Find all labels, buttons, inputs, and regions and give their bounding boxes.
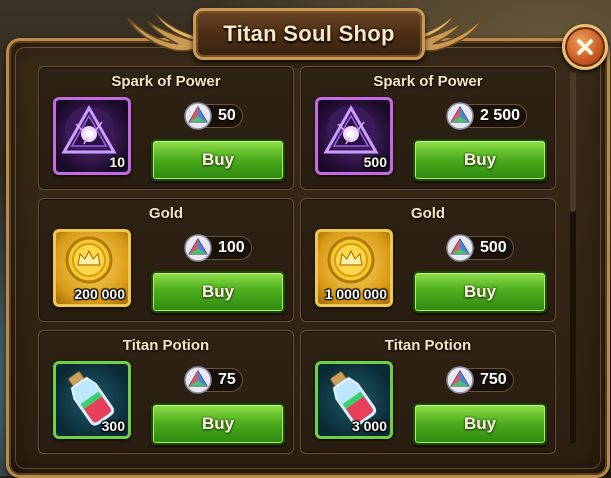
price-tag: 750 [445,366,514,394]
shop-item-card: Spark of Power 500 2 500 Buy [300,66,556,190]
item-quantity: 10 [109,154,125,170]
scrollbar[interactable] [570,72,576,444]
buy-button[interactable]: Buy [151,403,285,445]
titan-soul-icon [446,234,474,262]
item-quantity: 500 [363,154,387,170]
item-name: Gold [410,205,446,222]
scrollbar-thumb[interactable] [570,72,576,212]
buy-button[interactable]: Buy [151,139,285,181]
buy-button[interactable]: Buy [413,139,547,181]
item-quantity: 300 [101,418,125,434]
titan-soul-icon [184,366,212,394]
item-icon[interactable]: 1 000 000 [315,229,393,307]
shop-item-card: Gold 1 000 000 500 Buy [300,198,556,322]
item-icon[interactable]: 3 000 [315,361,393,439]
item-name: Gold [148,205,184,222]
shop-item-card: Titan Potion 3 000 750 Buy [300,330,556,454]
close-icon [577,39,593,55]
titan-soul-icon [184,234,212,262]
item-icon[interactable]: 500 [315,97,393,175]
price-tag: 50 [183,102,243,130]
buy-button[interactable]: Buy [151,271,285,313]
page-title: Titan Soul Shop [223,21,395,46]
item-name: Titan Potion [384,337,472,354]
title-plate: Titan Soul Shop [193,8,425,60]
item-name: Titan Potion [122,337,210,354]
shop-item-card: Spark of Power 10 50 Buy [38,66,294,190]
item-icon[interactable]: 10 [53,97,131,175]
item-icon[interactable]: 300 [53,361,131,439]
item-quantity: 1 000 000 [324,286,387,302]
titan-soul-icon [184,102,212,130]
item-name: Spark of Power [111,73,221,90]
titan-soul-icon [446,102,474,130]
buy-button[interactable]: Buy [413,403,547,445]
close-button[interactable] [562,24,608,70]
shop-item-card: Titan Potion 300 75 Buy [38,330,294,454]
item-name: Spark of Power [373,73,483,90]
shop-item-card: Gold 200 000 100 Buy [38,198,294,322]
price-tag: 75 [183,366,243,394]
price-tag: 2 500 [445,102,528,130]
price-tag: 100 [183,234,252,262]
buy-button[interactable]: Buy [413,271,547,313]
titan-soul-icon [446,366,474,394]
item-quantity: 3 000 [351,418,387,434]
item-icon[interactable]: 200 000 [53,229,131,307]
price-tag: 500 [445,234,514,262]
item-quantity: 200 000 [74,286,125,302]
